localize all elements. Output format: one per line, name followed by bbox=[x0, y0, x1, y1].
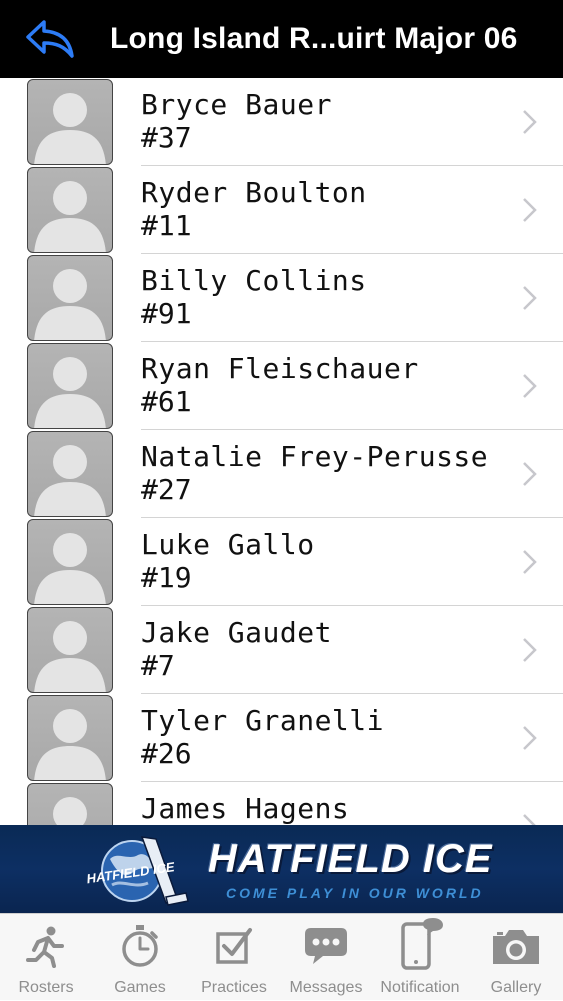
chevron-right-icon bbox=[523, 814, 536, 825]
nav-bar: Long Island R...uirt Major 06 bbox=[0, 0, 563, 78]
phone-notification-icon bbox=[401, 918, 443, 970]
tab-notification[interactable]: Notification bbox=[374, 914, 466, 1001]
player-name: Ryan Fleischauer bbox=[141, 352, 419, 385]
player-number: #19 bbox=[141, 561, 192, 594]
player-row[interactable]: Ryder Boulton #11 bbox=[0, 166, 563, 254]
chevron-right-icon bbox=[523, 638, 537, 662]
banner-brand: HATFIELD ICE bbox=[208, 837, 493, 881]
tab-label: Gallery bbox=[490, 979, 542, 996]
chevron-right-icon bbox=[523, 198, 537, 222]
chevron-right-icon bbox=[523, 462, 537, 486]
avatar-placeholder-icon bbox=[27, 695, 113, 781]
tab-practices[interactable]: Practices bbox=[188, 914, 280, 1001]
banner-tagline: COME PLAY IN OUR WORLD bbox=[226, 885, 484, 901]
sponsor-banner[interactable]: HATFIELD ICE HATFIELD ICE COME PLAY IN O… bbox=[0, 825, 563, 913]
player-row[interactable]: James Hagens bbox=[0, 782, 563, 825]
avatar-placeholder-icon bbox=[27, 167, 113, 253]
player-name: Natalie Frey-Perusse bbox=[141, 440, 489, 473]
avatar-placeholder-icon bbox=[27, 343, 113, 429]
tab-rosters[interactable]: Rosters bbox=[0, 914, 92, 1001]
player-name: Tyler Granelli bbox=[141, 704, 385, 737]
runner-icon bbox=[26, 926, 64, 968]
avatar-placeholder-icon bbox=[27, 255, 113, 341]
player-number: #7 bbox=[141, 649, 175, 682]
stopwatch-icon bbox=[122, 925, 158, 967]
player-name: Bryce Bauer bbox=[141, 88, 332, 121]
hatfield-ice-logo: HATFIELD ICE bbox=[86, 836, 189, 906]
chevron-right-icon bbox=[523, 110, 537, 134]
tab-bar: Rosters Games Practices Messages Notific… bbox=[0, 913, 563, 1000]
back-arrow-icon bbox=[26, 20, 74, 58]
back-button[interactable] bbox=[22, 18, 78, 60]
player-name: Jake Gaudet bbox=[141, 616, 332, 649]
player-name: Luke Gallo bbox=[141, 528, 315, 561]
tab-games[interactable]: Games bbox=[94, 914, 186, 1001]
avatar-placeholder-icon bbox=[27, 431, 113, 517]
chevron-right-icon bbox=[523, 726, 537, 750]
player-number: #37 bbox=[141, 121, 192, 154]
player-row[interactable]: Billy Collins #91 bbox=[0, 254, 563, 342]
avatar-placeholder-icon bbox=[27, 519, 113, 605]
player-name: Ryder Boulton bbox=[141, 176, 367, 209]
tab-messages[interactable]: Messages bbox=[280, 914, 372, 1001]
camera-icon bbox=[493, 930, 539, 964]
player-name: Billy Collins bbox=[141, 264, 367, 297]
chevron-right-icon bbox=[523, 550, 537, 574]
player-row[interactable]: Ryan Fleischauer #61 bbox=[0, 342, 563, 430]
page-title: Long Island R...uirt Major 06 bbox=[110, 22, 518, 55]
player-number: #27 bbox=[141, 473, 192, 506]
checkbox-icon bbox=[216, 928, 252, 964]
chat-bubble-icon bbox=[305, 928, 347, 964]
player-number: #11 bbox=[141, 209, 192, 242]
player-row[interactable]: Bryce Bauer #37 bbox=[0, 78, 563, 166]
player-row[interactable]: Tyler Granelli #26 bbox=[0, 694, 563, 782]
player-row[interactable]: Natalie Frey-Perusse #27 bbox=[0, 430, 563, 518]
player-row[interactable]: Jake Gaudet #7 bbox=[0, 606, 563, 694]
chevron-right-icon bbox=[523, 374, 537, 398]
avatar-placeholder-icon bbox=[27, 783, 113, 825]
avatar-placeholder-icon bbox=[27, 79, 113, 165]
player-number: #91 bbox=[141, 297, 192, 330]
player-number: #26 bbox=[141, 737, 192, 770]
player-number: #61 bbox=[141, 385, 192, 418]
tab-gallery[interactable]: Gallery bbox=[470, 914, 562, 1001]
chevron-right-icon bbox=[523, 286, 537, 310]
player-name: James Hagens bbox=[141, 792, 350, 825]
roster-list[interactable]: Bryce Bauer #37 Ryder Boulton #11 Billy … bbox=[0, 78, 563, 825]
player-row[interactable]: Luke Gallo #19 bbox=[0, 518, 563, 606]
avatar-placeholder-icon bbox=[27, 607, 113, 693]
